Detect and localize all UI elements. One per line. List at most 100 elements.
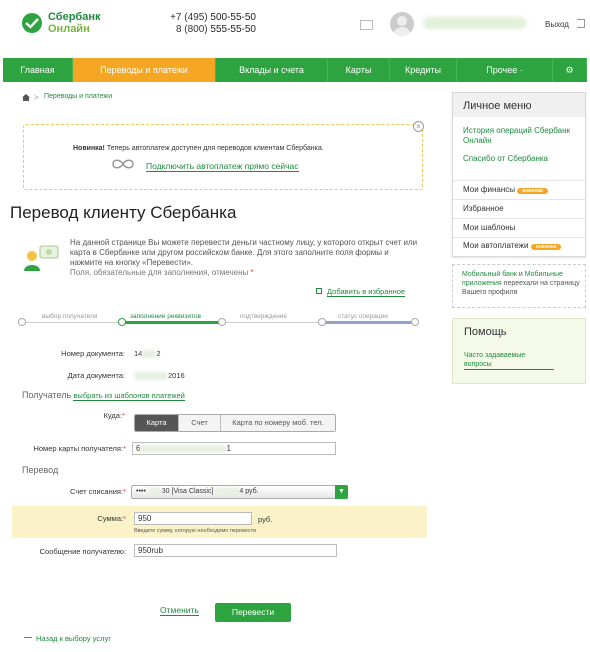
notice-text: Новинка! Теперь автоплатеж доступен для … bbox=[73, 145, 324, 152]
step-label-4: статус операции bbox=[338, 313, 388, 320]
help-title: Помощь bbox=[464, 326, 507, 338]
spasibo-link[interactable]: Спасибо от Сбербанка bbox=[463, 154, 578, 164]
menu-divider bbox=[453, 218, 585, 219]
cancel-button[interactable]: Отменить bbox=[160, 605, 199, 616]
breadcrumb-link[interactable]: Переводы и платежи bbox=[44, 93, 112, 100]
doc-date-tail: 2016 bbox=[168, 371, 185, 380]
menu-divider bbox=[453, 199, 585, 200]
nav-item-3[interactable]: Карты bbox=[328, 58, 390, 82]
logout-link[interactable]: Выход bbox=[545, 20, 569, 29]
mobile-and: и bbox=[516, 271, 525, 278]
main-nav: Главная Переводы и платежи Вклады и счета К… bbox=[3, 58, 587, 82]
card-number-input[interactable]: 61 bbox=[132, 442, 336, 455]
option-account[interactable]: Счет bbox=[179, 415, 221, 431]
history-link[interactable]: История операций Сбербанк Онлайн bbox=[463, 126, 578, 146]
logout-icon[interactable] bbox=[577, 19, 585, 28]
option-card[interactable]: Карта bbox=[135, 415, 179, 431]
sberbank-logo-icon[interactable] bbox=[21, 12, 43, 34]
menu-divider bbox=[453, 237, 585, 238]
phone2-number: 555-55-50 bbox=[210, 24, 256, 35]
mail-icon[interactable] bbox=[360, 20, 373, 30]
page-title: Перевод клиенту Сбербанка bbox=[10, 203, 237, 222]
source-c: [Visa Classic] bbox=[171, 488, 214, 495]
destination-toggle: Карта Счет Карта по номеру моб. тел. bbox=[134, 414, 336, 432]
nav-item-1[interactable]: Переводы и платежи bbox=[73, 58, 216, 82]
menu-my-finances[interactable]: Мои финансы новинка bbox=[463, 185, 548, 195]
source-blur-2 bbox=[215, 487, 240, 495]
notice-body: Теперь автоплатеж доступен для переводов… bbox=[104, 145, 324, 152]
mobile-bank-link[interactable]: Мобильный банк bbox=[462, 271, 517, 278]
source-b: 30 bbox=[161, 488, 170, 495]
required-note: Поля, обязательные для заполнения, отмеч… bbox=[70, 268, 254, 277]
menu-my-templates[interactable]: Мои шаблоны bbox=[463, 223, 515, 232]
doc-number-label: Номер документа: bbox=[61, 349, 125, 358]
step-dot-2 bbox=[118, 318, 126, 326]
where-star: * bbox=[122, 411, 125, 420]
recipient-heading: Получатель bbox=[22, 390, 72, 400]
sum-star: * bbox=[123, 514, 126, 523]
mobile-notice-text: Мобильный банк и Мобильные приложения пе… bbox=[462, 270, 580, 297]
transfer-heading: Перевод bbox=[22, 465, 59, 475]
phone1-prefix: +7 (495) bbox=[170, 12, 211, 23]
step-dot-4 bbox=[318, 318, 326, 326]
new-badge: новинка bbox=[517, 188, 548, 194]
phone1-number: 500-55-50 bbox=[210, 12, 256, 23]
step-dot-1 bbox=[18, 318, 26, 326]
card-number-star: * bbox=[123, 444, 126, 453]
logo-text[interactable]: Сбербанк Онлайн bbox=[48, 11, 101, 35]
back-link[interactable]: Назад к выбору услуг bbox=[36, 634, 111, 643]
user-name-blurred[interactable] bbox=[423, 17, 527, 29]
new-badge: новинка bbox=[530, 244, 562, 250]
where-label-text: Куда: bbox=[103, 411, 123, 420]
recipient-section: Получатель выбрать из шаблонов платежей bbox=[22, 390, 185, 401]
menu-my-autopayments-label: Мои автоплатежи bbox=[463, 241, 529, 250]
menu-my-autopayments[interactable]: Мои автоплатежи новинка bbox=[463, 241, 562, 251]
choose-template-link[interactable]: выбрать из шаблонов платежей bbox=[73, 391, 185, 401]
sum-input[interactable]: 950 bbox=[134, 512, 252, 525]
submit-transfer-button[interactable]: Перевести bbox=[215, 603, 291, 622]
autopay-notice bbox=[23, 124, 423, 190]
doc-number-a: 14 bbox=[134, 349, 143, 358]
nav-item-5[interactable]: Прочее · bbox=[457, 58, 553, 82]
source-d: 4 bbox=[239, 488, 244, 495]
add-to-favorites-link[interactable]: Добавить в избранное bbox=[327, 287, 406, 297]
nav-item-4[interactable]: Кредиты bbox=[390, 58, 457, 82]
nav-item-2[interactable]: Вклады и счета bbox=[216, 58, 328, 82]
doc-number-value: 14 2 bbox=[134, 349, 161, 359]
option-phone[interactable]: Карта по номеру моб. тел. bbox=[221, 415, 335, 431]
home-icon[interactable] bbox=[22, 94, 30, 101]
logo-line2: Онлайн bbox=[48, 23, 90, 35]
step-dot-3 bbox=[218, 318, 226, 326]
nav-item-0[interactable]: Главная bbox=[3, 58, 73, 82]
source-account-select[interactable]: •••• 30 [Visa Classic] 4 руб. bbox=[131, 485, 348, 499]
doc-date-blur bbox=[134, 372, 168, 381]
personal-menu-title: Личное меню bbox=[463, 100, 532, 112]
connect-autopay-link[interactable]: Подключить автоплатеж прямо сейчас bbox=[146, 161, 299, 172]
step-label-1: выбор получателя bbox=[42, 313, 98, 320]
source-star: * bbox=[123, 487, 126, 496]
card-number-label-text: Номер карты получателя: bbox=[33, 444, 124, 453]
transfer-person-icon bbox=[24, 245, 59, 271]
card-number-label: Номер карты получателя:* bbox=[14, 444, 126, 453]
sum-label-text: Сумма: bbox=[97, 514, 124, 523]
sum-label: Сумма:* bbox=[40, 514, 126, 523]
where-label: Куда:* bbox=[40, 411, 125, 420]
card-number-blur bbox=[140, 444, 227, 453]
breadcrumb-separator: > bbox=[34, 93, 39, 102]
menu-favorites[interactable]: Избранное bbox=[463, 204, 504, 213]
required-star: * bbox=[250, 268, 254, 277]
faq-link[interactable]: Часто задаваемые вопросы bbox=[464, 351, 554, 370]
phone2-prefix: 8 (800) bbox=[175, 24, 211, 35]
close-icon[interactable]: × bbox=[413, 121, 424, 132]
source-e: руб. bbox=[245, 488, 259, 495]
doc-date-label: Дата документа: bbox=[67, 371, 125, 380]
settings-gear-icon[interactable]: ⚙ bbox=[553, 58, 587, 82]
back-arrow-icon[interactable] bbox=[24, 637, 32, 638]
doc-number-blur bbox=[142, 350, 157, 359]
doc-number-b: 2 bbox=[156, 349, 161, 358]
chevron-down-icon[interactable]: ▼ bbox=[335, 485, 348, 499]
message-input[interactable]: 950rub bbox=[134, 544, 337, 557]
favorite-icon[interactable] bbox=[316, 288, 322, 294]
source-label: Счет списания:* bbox=[40, 487, 126, 496]
avatar[interactable] bbox=[390, 12, 414, 36]
